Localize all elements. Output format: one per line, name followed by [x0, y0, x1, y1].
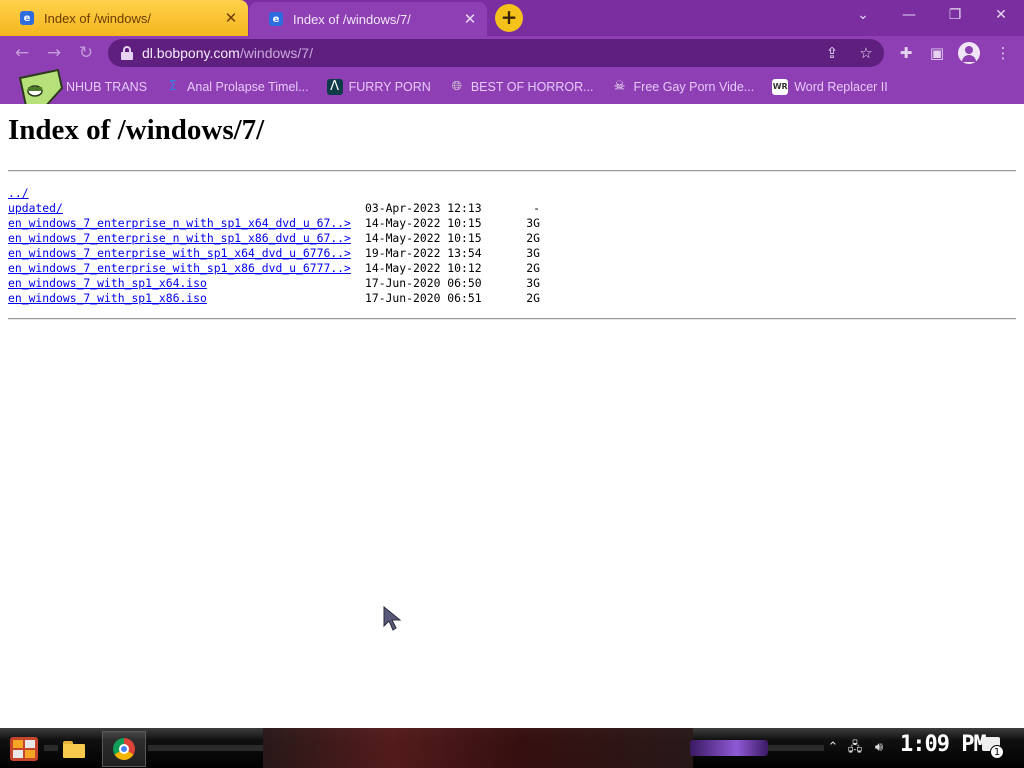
tab-title: Index of /windows/: [44, 10, 151, 26]
close-icon[interactable]: ✕: [461, 10, 479, 28]
tab-search-icon[interactable]: ⌄: [840, 0, 886, 30]
side-panel-icon[interactable]: ▣: [926, 42, 948, 64]
file-date: 14-May-2022 10:15: [365, 216, 482, 230]
file-date: 17-Jun-2020 06:50: [365, 276, 482, 290]
bookmark-item[interactable]: ☠ Free Gay Porn Vide...: [612, 79, 755, 95]
address-bar[interactable]: dl.bobpony.com/windows/7/ ⇪ ☆: [108, 39, 884, 67]
file-date: 19-Mar-2022 13:54: [365, 246, 482, 260]
page-content: Index of /windows/7/ ../ updated/03-Apr-…: [0, 104, 1024, 728]
lambda-icon: Λ: [326, 79, 343, 95]
bookmark-label: BEST OF HORROR...: [470, 80, 594, 94]
restore-icon[interactable]: ❐: [932, 0, 978, 30]
back-icon[interactable]: ←: [10, 41, 34, 65]
tab-strip: e Index of /windows/ ✕ e Index of /windo…: [0, 0, 1024, 36]
lock-icon[interactable]: [120, 46, 134, 60]
file-link[interactable]: en_windows_7_with_sp1_x86.iso: [8, 291, 207, 305]
menu-icon[interactable]: ⋮: [992, 42, 1014, 64]
minimize-icon[interactable]: —: [886, 0, 932, 30]
taskbar-divider: [148, 745, 263, 751]
start-button[interactable]: [8, 734, 40, 764]
file-size: 2G: [526, 291, 540, 305]
bookmark-label: NHUB TRANS: [66, 80, 148, 94]
file-size: -: [533, 201, 540, 215]
address-url[interactable]: dl.bobpony.com/windows/7/: [142, 45, 313, 61]
bookmarks-bar: NHUB TRANS Σ Anal Prolapse Timel... Λ FU…: [0, 70, 1024, 104]
bookmark-label: FURRY PORN: [348, 80, 431, 94]
bookmark-item[interactable]: Λ FURRY PORN: [326, 79, 431, 95]
page-title: Index of /windows/7/: [8, 114, 265, 146]
list-item: ../: [8, 186, 351, 201]
file-link[interactable]: en_windows_7_enterprise_with_sp1_x86_dvd…: [8, 261, 351, 275]
file-size: 3G: [526, 246, 540, 260]
file-link[interactable]: updated/: [8, 201, 63, 215]
taskbar-clock[interactable]: 1:09 PM: [900, 732, 987, 757]
divider: [8, 170, 1016, 172]
bookmark-label: Anal Prolapse Timel...: [187, 80, 309, 94]
close-icon[interactable]: ✕: [222, 9, 240, 27]
taskbar: ⌃ 🖧︎ 🔊︎ 1:09 PM 1: [0, 728, 1024, 768]
list-item: en_windows_7_enterprise_n_with_sp1_x64_d…: [8, 216, 540, 231]
file-date: 17-Jun-2020 06:51: [365, 291, 482, 305]
mouse-cursor-icon: [383, 606, 402, 631]
file-date: 03-Apr-2023 12:13: [365, 201, 482, 215]
taskbar-accent: [690, 740, 768, 756]
file-listing: ../ updated/03-Apr-2023 12:13 - en_window…: [8, 186, 540, 306]
new-tab-button[interactable]: +: [495, 4, 523, 32]
ie-page-icon: e: [269, 12, 283, 26]
list-item: updated/03-Apr-2023 12:13 -: [8, 201, 540, 216]
list-item: en_windows_7_enterprise_with_sp1_x64_dvd…: [8, 246, 540, 261]
reload-icon[interactable]: ↻: [74, 41, 98, 65]
chrome-taskbar-button[interactable]: [102, 731, 146, 767]
taskbar-wallpaper-strip: [263, 728, 693, 768]
file-explorer-button[interactable]: [52, 731, 96, 767]
file-link[interactable]: en_windows_7_enterprise_n_with_sp1_x64_d…: [8, 216, 351, 230]
share-icon[interactable]: ⇪: [822, 43, 842, 63]
bookmark-label: Free Gay Porn Vide...: [633, 80, 755, 94]
notification-center-button[interactable]: 1: [982, 737, 1006, 759]
tab-index-windows[interactable]: e Index of /windows/ ✕: [0, 0, 248, 36]
taskbar-divider: [768, 745, 824, 751]
bookmark-item[interactable]: 🌐︎ BEST OF HORROR...: [449, 79, 594, 95]
file-size: 3G: [526, 216, 540, 230]
volume-icon[interactable]: 🔊︎: [870, 739, 888, 757]
network-icon[interactable]: 🖧︎: [846, 739, 864, 757]
bookmark-item[interactable]: WR Word Replacer II: [772, 79, 888, 95]
browser-toolbar: ← → ↻ dl.bobpony.com/windows/7/ ⇪ ☆ ✚ ▣ …: [0, 36, 1024, 70]
extensions-icon[interactable]: ✚: [895, 42, 917, 64]
file-link[interactable]: en_windows_7_enterprise_n_with_sp1_x86_d…: [8, 231, 351, 245]
list-item: en_windows_7_enterprise_n_with_sp1_x86_d…: [8, 231, 540, 246]
chevron-up-icon[interactable]: ⌃: [824, 739, 842, 757]
file-size: 2G: [526, 261, 540, 275]
file-link[interactable]: en_windows_7_with_sp1_x64.iso: [8, 276, 207, 290]
bookmark-star-icon[interactable]: ☆: [856, 43, 876, 63]
file-link[interactable]: ../: [8, 186, 29, 200]
file-size: 2G: [526, 231, 540, 245]
tab-title: Index of /windows/7/: [293, 11, 411, 27]
file-link[interactable]: en_windows_7_enterprise_with_sp1_x64_dvd…: [8, 246, 351, 260]
profile-avatar[interactable]: [958, 42, 980, 64]
chrome-icon: [113, 738, 135, 760]
forward-icon[interactable]: →: [42, 41, 66, 65]
ie-page-icon: e: [20, 11, 34, 25]
bookmark-label: Word Replacer II: [794, 80, 888, 94]
globe-icon: 🌐︎: [451, 79, 463, 94]
list-item: en_windows_7_enterprise_with_sp1_x86_dvd…: [8, 261, 540, 276]
list-item: en_windows_7_with_sp1_x86.iso 17-Jun-2020…: [8, 291, 540, 306]
wr-icon: WR: [772, 79, 789, 95]
divider: [8, 318, 1016, 320]
list-item: en_windows_7_with_sp1_x64.iso 17-Jun-2020…: [8, 276, 540, 291]
sigma-icon: Σ: [168, 79, 178, 94]
bookmark-item[interactable]: Σ Anal Prolapse Timel...: [165, 79, 309, 95]
file-date: 14-May-2022 10:12: [365, 261, 482, 275]
close-window-icon[interactable]: ✕: [978, 0, 1024, 30]
file-size: 3G: [526, 276, 540, 290]
skull-icon: ☠: [613, 79, 626, 94]
folder-icon: [63, 740, 85, 758]
file-date: 14-May-2022 10:15: [365, 231, 482, 245]
notification-count: 1: [990, 745, 1004, 759]
tab-index-windows-7[interactable]: e Index of /windows/7/ ✕: [249, 2, 487, 36]
